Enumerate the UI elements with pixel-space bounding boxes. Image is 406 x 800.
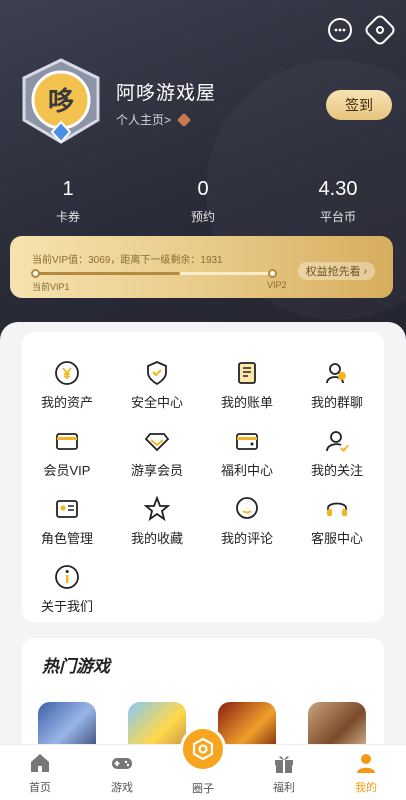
tab-label: 我的 bbox=[355, 782, 377, 794]
service-item[interactable]: 我的账单 bbox=[202, 360, 292, 420]
service-label: 福利中心 bbox=[220, 463, 273, 478]
info-icon bbox=[54, 564, 80, 590]
service-item[interactable]: 我的群聊 bbox=[292, 360, 382, 420]
gamepad-icon bbox=[110, 751, 134, 775]
stat-value: 1 bbox=[62, 178, 74, 200]
service-item[interactable]: 角色管理 bbox=[22, 496, 112, 556]
stat-label: 预约 bbox=[190, 210, 215, 224]
shield-icon bbox=[144, 360, 170, 386]
tab-home[interactable]: 首页 bbox=[0, 751, 80, 795]
svg-text:哆: 哆 bbox=[48, 87, 74, 117]
settings-icon[interactable] bbox=[363, 13, 397, 47]
service-label: 角色管理 bbox=[40, 531, 93, 546]
yen-icon bbox=[54, 360, 80, 386]
gift-icon bbox=[272, 751, 296, 775]
top-actions bbox=[328, 13, 397, 47]
comment-icon bbox=[234, 496, 260, 522]
star-icon bbox=[143, 495, 171, 522]
service-label: 我的群聊 bbox=[310, 395, 363, 410]
follow-icon bbox=[324, 428, 350, 454]
stat-value: 4.30 bbox=[318, 178, 358, 200]
group-chat-icon bbox=[324, 360, 350, 386]
service-label: 安全中心 bbox=[130, 395, 183, 410]
hot-games-title: 热门游戏 bbox=[36, 652, 110, 677]
home-icon bbox=[28, 751, 52, 775]
service-label: 我的资产 bbox=[40, 395, 93, 410]
vip-start-dot bbox=[31, 269, 40, 278]
service-label: 我的收藏 bbox=[130, 531, 183, 546]
service-label: 客服中心 bbox=[310, 531, 363, 546]
tab-label: 福利 bbox=[273, 782, 295, 794]
checkin-button[interactable]: 签到 bbox=[326, 90, 392, 120]
service-item[interactable]: 我的评论 bbox=[202, 496, 292, 556]
vip-rights-label: 权益抢先看 bbox=[305, 266, 361, 278]
service-item[interactable]: 福利中心 bbox=[202, 428, 292, 488]
tab-welfare[interactable]: 福利 bbox=[244, 751, 324, 795]
service-item[interactable]: 客服中心 bbox=[292, 496, 382, 556]
circle-icon bbox=[192, 737, 214, 761]
service-item[interactable]: 会员VIP bbox=[22, 428, 112, 488]
stat-reservations[interactable]: 0 预约 bbox=[153, 176, 253, 225]
user-name: 阿哆游戏屋 bbox=[116, 83, 217, 104]
bill-icon bbox=[234, 360, 260, 386]
vip-current-level: 当前VIP1 bbox=[32, 282, 70, 292]
wallet-icon bbox=[234, 428, 260, 454]
tab-label: 首页 bbox=[29, 782, 51, 794]
vip-card[interactable]: 当前VIP值：3069，距离下一级剩余：1931 当前VIP1 VIP2 权益抢… bbox=[10, 236, 393, 298]
profile-link[interactable]: 个人主页> bbox=[116, 111, 192, 128]
services-grid: 我的资产 安全中心 我的账单 我的群聊会员VIP 游享会员 福利中心 我的关注角色管理 我的收… bbox=[22, 332, 384, 622]
tab-label: 游戏 bbox=[111, 782, 133, 794]
service-item[interactable]: 我的收藏 bbox=[112, 495, 202, 556]
profile-icon bbox=[354, 751, 378, 775]
stat-value: 0 bbox=[197, 178, 209, 200]
service-label: 我的账单 bbox=[220, 395, 273, 410]
vip-status-text: 当前VIP值：3069，距离下一级剩余：1931 bbox=[32, 255, 223, 266]
stat-platform-coins[interactable]: 4.30 平台币 bbox=[288, 176, 388, 225]
avatar[interactable]: 哆 bbox=[18, 58, 104, 144]
level-badge-icon bbox=[176, 112, 192, 127]
tab-games[interactable]: 游戏 bbox=[82, 751, 162, 795]
stats-row: 1 卡券 0 预约 4.30 平台币 bbox=[0, 176, 406, 228]
profile-link-label: 个人主页> bbox=[116, 113, 172, 127]
message-icon[interactable] bbox=[328, 18, 352, 42]
service-label: 会员VIP bbox=[43, 463, 91, 478]
vip-next-level: VIP2 bbox=[267, 280, 287, 290]
service-item[interactable]: 游享会员 bbox=[112, 428, 202, 488]
tab-label: 圈子 bbox=[192, 783, 214, 795]
service-item[interactable]: 安全中心 bbox=[112, 360, 202, 420]
service-item[interactable]: 关于我们 bbox=[22, 564, 112, 624]
vip-progress-bar bbox=[31, 269, 277, 278]
tab-mine[interactable]: 我的 bbox=[326, 751, 406, 795]
vip-rights-button[interactable]: 权益抢先看 › bbox=[297, 262, 375, 280]
service-label: 我的关注 bbox=[310, 463, 363, 478]
stat-label: 平台币 bbox=[319, 210, 356, 224]
stat-label: 卡券 bbox=[55, 210, 80, 224]
tab-circle[interactable] bbox=[180, 726, 226, 772]
service-label: 我的评论 bbox=[220, 531, 273, 546]
vip-end-dot bbox=[268, 269, 277, 278]
role-card-icon bbox=[54, 496, 80, 522]
chevron-right-icon: › bbox=[363, 265, 367, 277]
card-icon bbox=[54, 428, 80, 454]
headset-icon bbox=[324, 496, 350, 522]
service-item[interactable]: 我的关注 bbox=[292, 428, 382, 488]
diamond-icon bbox=[144, 428, 170, 454]
service-item[interactable]: 我的资产 bbox=[22, 360, 112, 420]
service-label: 游享会员 bbox=[130, 463, 183, 478]
vip-progress-fill bbox=[34, 272, 181, 275]
stat-coupons[interactable]: 1 卡券 bbox=[18, 176, 118, 225]
service-label: 关于我们 bbox=[40, 599, 93, 614]
